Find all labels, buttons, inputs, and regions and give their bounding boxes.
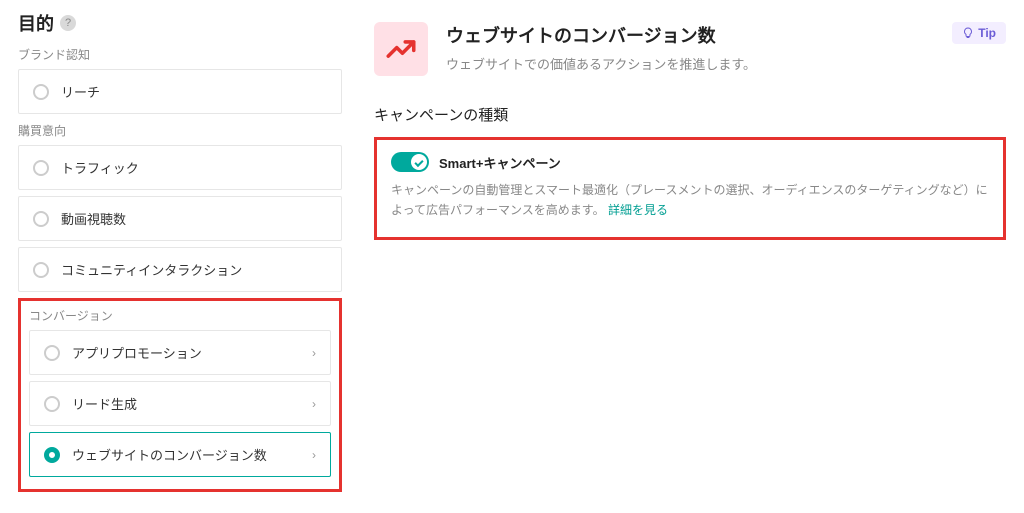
option-traffic[interactable]: トラフィック [18,145,342,190]
chevron-right-icon: › [312,448,316,462]
smart-campaign-box: Smart+キャンペーン キャンペーンの自動管理とスマート最適化（プレースメント… [374,137,1006,240]
option-label: ウェブサイトのコンバージョン数 [72,445,267,464]
campaign-description: キャンペーンの自動管理とスマート最適化（プレースメントの選択、オーディエンスのタ… [391,180,989,221]
radio-icon [33,211,49,227]
radio-icon [44,447,60,463]
learn-more-link[interactable]: 詳細を見る [608,203,668,217]
option-label: トラフィック [61,158,139,177]
group-label-conversion: コンバージョン [29,307,331,324]
option-community[interactable]: コミュニティインタラクション [18,247,342,292]
help-icon[interactable]: ? [60,15,76,31]
option-label: リーチ [61,82,100,101]
radio-icon [44,396,60,412]
option-label: リード生成 [72,394,137,413]
radio-icon [33,84,49,100]
option-website-conversion[interactable]: ウェブサイトのコンバージョン数 › [29,432,331,477]
option-label: 動画視聴数 [61,209,126,228]
radio-icon [33,262,49,278]
tip-button[interactable]: Tip [952,22,1006,44]
radio-icon [33,160,49,176]
conversion-highlight: コンバージョン アプリプロモーション › リード生成 › ウェブサイトのコンバー… [18,298,342,492]
option-app-promo[interactable]: アプリプロモーション › [29,330,331,375]
toggle-label: Smart+キャンペーン [439,153,561,172]
chevron-right-icon: › [312,346,316,360]
objective-title: ウェブサイトのコンバージョン数 [446,22,756,48]
option-lead-gen[interactable]: リード生成 › [29,381,331,426]
tip-label: Tip [978,26,996,40]
option-video-views[interactable]: 動画視聴数 [18,196,342,241]
option-label: コミュニティインタラクション [61,260,242,279]
trend-up-icon [374,22,428,76]
smart-campaign-toggle[interactable] [391,152,429,172]
group-label-consideration: 購買意向 [18,122,342,139]
sidebar: 目的 ? ブランド認知 リーチ 購買意向 トラフィック 動画視聴数 コミュニティ… [0,0,360,513]
option-label: アプリプロモーション [72,343,202,362]
lightbulb-icon [962,27,974,39]
option-reach[interactable]: リーチ [18,69,342,114]
objective-header: ウェブサイトのコンバージョン数 ウェブサイトでの価値あるアクションを推進します。… [374,22,1006,76]
objective-subtitle: ウェブサイトでの価値あるアクションを推進します。 [446,54,756,73]
group-label-awareness: ブランド認知 [18,46,342,63]
sidebar-title: 目的 [18,10,54,36]
radio-icon [44,345,60,361]
campaign-type-heading: キャンペーンの種類 [374,104,1006,125]
main-panel: ウェブサイトのコンバージョン数 ウェブサイトでの価値あるアクションを推進します。… [360,0,1024,513]
chevron-right-icon: › [312,397,316,411]
